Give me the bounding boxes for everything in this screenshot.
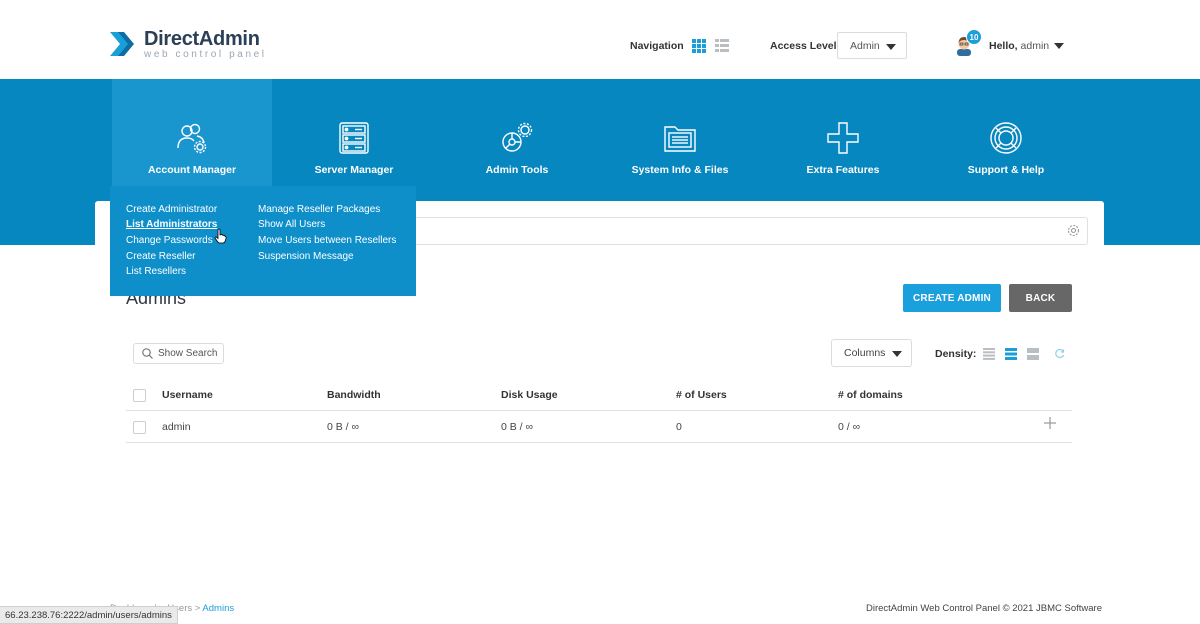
menu-account-manager[interactable]: Account Manager xyxy=(112,79,272,186)
link-create-administrator[interactable]: Create Administrator xyxy=(126,204,217,215)
chevron-down-icon xyxy=(892,351,902,357)
columns-button[interactable]: Columns xyxy=(831,339,912,367)
logo[interactable]: DirectAdmin web control panel xyxy=(108,28,267,60)
link-create-reseller[interactable]: Create Reseller xyxy=(126,251,195,262)
link-move-users-between-resellers[interactable]: Move Users between Resellers xyxy=(258,235,396,246)
back-button[interactable]: BACK xyxy=(1009,284,1072,312)
breadcrumb-current[interactable]: Admins xyxy=(202,603,234,614)
column-header-bandwidth[interactable]: Bandwidth xyxy=(327,389,381,401)
logo-subtitle: web control panel xyxy=(144,48,267,60)
top-header: DirectAdmin web control panel Navigation… xyxy=(0,0,1200,79)
cell-bandwidth: 0 B / ∞ xyxy=(327,421,359,433)
hand-cursor-icon xyxy=(214,228,227,244)
status-url: 66.23.238.76:2222/admin/users/admins xyxy=(5,609,172,621)
menu-label: Account Manager xyxy=(147,164,237,176)
expand-row-icon[interactable] xyxy=(1043,416,1057,430)
menu-label: System Info & Files xyxy=(631,164,729,176)
link-change-passwords[interactable]: Change Passwords xyxy=(126,235,213,246)
density-comfortable-icon[interactable] xyxy=(1027,348,1039,360)
show-search-button[interactable]: Show Search xyxy=(133,343,224,364)
tools-gear-icon xyxy=(502,122,533,152)
greeting-username: admin xyxy=(1020,40,1050,52)
copyright-text: DirectAdmin Web Control Panel © 2021 JBM… xyxy=(866,603,1102,614)
link-show-all-users[interactable]: Show All Users xyxy=(258,219,325,230)
navigation-label: Navigation xyxy=(630,40,684,52)
list-view-icon[interactable] xyxy=(715,39,729,53)
table-row[interactable]: admin 0 B / ∞ 0 B / ∞ 0 0 / ∞ xyxy=(126,411,1072,443)
create-admin-button[interactable]: CREATE ADMIN xyxy=(903,284,1001,312)
logo-mark-icon xyxy=(110,32,134,56)
menu-admin-tools[interactable]: Admin Tools xyxy=(437,79,597,186)
menu-label: Admin Tools xyxy=(485,164,549,176)
link-manage-reseller-packages[interactable]: Manage Reseller Packages xyxy=(258,204,380,215)
table-header-row: Username Bandwidth Disk Usage # of Users… xyxy=(126,380,1072,411)
server-rack-icon xyxy=(339,122,369,154)
menu-label: Support & Help xyxy=(967,164,1045,176)
folder-icon xyxy=(664,126,696,152)
column-header-username[interactable]: Username xyxy=(162,389,213,401)
menu-extra-features[interactable]: Extra Features xyxy=(763,79,923,186)
column-header-domains[interactable]: # of domains xyxy=(838,389,903,401)
refresh-icon[interactable] xyxy=(1054,348,1065,359)
notification-badge[interactable]: 10 xyxy=(966,29,982,45)
show-search-label: Show Search xyxy=(158,348,218,359)
access-level-select[interactable]: Admin xyxy=(837,32,907,59)
access-level-label: Access Level xyxy=(770,40,837,52)
menu-label: Extra Features xyxy=(806,164,880,176)
columns-label: Columns xyxy=(844,347,886,359)
cell-users: 0 xyxy=(676,421,682,433)
link-list-resellers[interactable]: List Resellers xyxy=(126,266,186,277)
cell-domains: 0 / ∞ xyxy=(838,421,861,433)
greeting-prefix: Hello, xyxy=(989,40,1018,52)
density-normal-icon[interactable] xyxy=(1005,348,1017,360)
users-gear-icon xyxy=(177,123,207,154)
account-manager-dropdown: Create Administrator List Administrators… xyxy=(110,186,416,296)
search-icon xyxy=(142,348,153,359)
plus-icon xyxy=(827,122,859,154)
link-suspension-message[interactable]: Suspension Message xyxy=(258,251,354,262)
user-menu[interactable]: Hello, admin xyxy=(989,40,1049,52)
cell-disk-usage: 0 B / ∞ xyxy=(501,421,533,433)
lifebuoy-icon xyxy=(990,122,1022,154)
density-compact-icon[interactable] xyxy=(983,348,995,360)
column-header-disk-usage[interactable]: Disk Usage xyxy=(501,389,558,401)
access-level-value: Admin xyxy=(850,39,880,52)
menu-label: Server Manager xyxy=(314,164,394,176)
grid-view-icon[interactable] xyxy=(692,39,706,53)
density-label: Density: xyxy=(935,348,977,360)
menu-system-info-files[interactable]: System Info & Files xyxy=(600,79,760,186)
menu-server-manager[interactable]: Server Manager xyxy=(274,79,434,186)
logo-name: DirectAdmin xyxy=(144,27,260,50)
row-checkbox[interactable] xyxy=(133,421,146,434)
chevron-down-icon xyxy=(886,44,896,50)
cell-username[interactable]: admin xyxy=(162,421,191,433)
select-all-checkbox[interactable] xyxy=(133,389,146,402)
search-settings-icon[interactable] xyxy=(1067,224,1080,237)
user-menu-chevron-icon[interactable] xyxy=(1054,43,1064,49)
browser-status-bar: 66.23.238.76:2222/admin/users/admins xyxy=(0,606,178,624)
column-header-users[interactable]: # of Users xyxy=(676,389,727,401)
link-list-administrators[interactable]: List Administrators xyxy=(126,219,217,230)
menu-support-help[interactable]: Support & Help xyxy=(926,79,1086,186)
